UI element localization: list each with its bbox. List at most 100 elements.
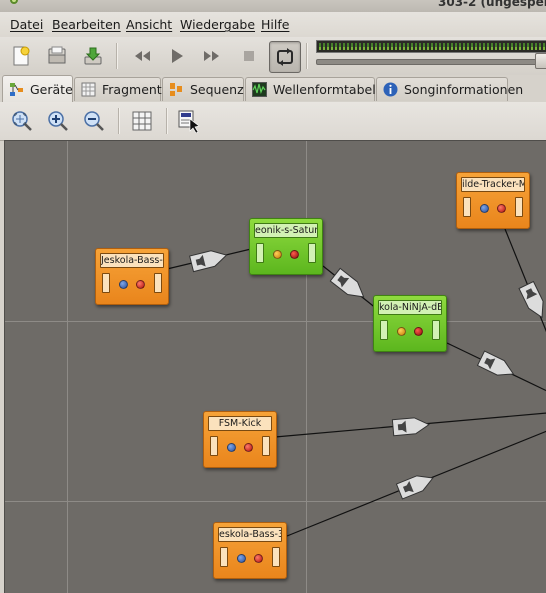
title-bar: 303-2 (ungespeich bbox=[0, 0, 546, 12]
tab-sequenz[interactable]: Sequenz bbox=[162, 77, 244, 101]
menu-bearbeiten[interactable]: Bearbeiten bbox=[52, 17, 121, 32]
machine-name: eonik-s-Saturat bbox=[254, 223, 318, 238]
machine-view-toolbar bbox=[0, 102, 546, 141]
toolbar-separator bbox=[116, 43, 118, 69]
save-song-button[interactable] bbox=[78, 41, 108, 71]
machine-mute-slot[interactable] bbox=[380, 320, 388, 340]
machine-mute-led[interactable] bbox=[414, 327, 423, 336]
machine-level-slot[interactable] bbox=[272, 547, 280, 567]
zoom-fit-button[interactable] bbox=[9, 108, 35, 134]
save-song-icon bbox=[84, 47, 102, 65]
machine-solo-led[interactable] bbox=[227, 443, 236, 452]
machine-bypass-led[interactable] bbox=[273, 250, 282, 259]
machine-name: eskola-Bass-3 ( bbox=[218, 527, 282, 542]
wire-volume-marker[interactable] bbox=[476, 350, 517, 381]
new-song-button[interactable] bbox=[6, 41, 36, 71]
machine-mute-slot[interactable] bbox=[210, 436, 218, 456]
zoom-out-button[interactable] bbox=[81, 108, 107, 134]
volume-slider-handle[interactable] bbox=[535, 53, 546, 69]
new-song-icon bbox=[13, 46, 30, 66]
machine-jeskola-bass-3-copy[interactable]: eskola-Bass-3 ( bbox=[213, 522, 287, 579]
tab-label: Fragmente bbox=[102, 82, 170, 97]
tab-label: Geräte bbox=[30, 81, 73, 97]
wire bbox=[504, 228, 546, 333]
info-icon bbox=[383, 82, 398, 97]
menu-bar: Datei Bearbeiten Ansicht Wiedergabe Hilf… bbox=[0, 12, 546, 37]
fast-forward-icon bbox=[204, 51, 219, 61]
machine-name: ilde-Tracker-M bbox=[461, 177, 525, 192]
wire-volume-marker[interactable] bbox=[395, 471, 435, 500]
machine-jeskola-bass-3[interactable]: Jeskola-Bass-3 bbox=[95, 248, 169, 305]
zoom-fit-icon bbox=[12, 111, 32, 131]
machine-level-slot[interactable] bbox=[308, 243, 316, 263]
machine-solo-led[interactable] bbox=[237, 554, 246, 563]
machine-canvas[interactable]: Jeskola-Bass-3 eonik-s-Saturat kola-NiNj… bbox=[4, 140, 546, 593]
machine-level-slot[interactable] bbox=[154, 273, 162, 293]
zoom-out-icon bbox=[84, 111, 104, 131]
tab-bar: Geräte Fragmente Sequenz Wellenformtabel… bbox=[0, 75, 546, 102]
level-meter bbox=[316, 40, 546, 53]
tab-label: Wellenformtabelle bbox=[273, 82, 387, 97]
tab-songinformationen[interactable]: Songinformationen bbox=[376, 77, 523, 101]
machine-solo-led[interactable] bbox=[480, 204, 489, 213]
machine-solo-led[interactable] bbox=[119, 280, 128, 289]
menu-wiedergabe[interactable]: Wiedergabe bbox=[180, 17, 255, 32]
volume-slider[interactable] bbox=[316, 59, 546, 65]
wire-volume-marker[interactable] bbox=[189, 247, 229, 273]
tab-wellenformtabelle[interactable]: Wellenformtabelle bbox=[245, 77, 387, 101]
window-title: 303-2 (ungespeich bbox=[438, 0, 546, 9]
wavetable-icon bbox=[252, 82, 267, 97]
tab-label: Sequenz bbox=[190, 82, 244, 97]
machine-mute-slot[interactable] bbox=[256, 243, 264, 263]
grid-icon bbox=[132, 111, 152, 131]
menu-hilfe[interactable]: Hilfe bbox=[261, 17, 289, 32]
loop-icon bbox=[277, 48, 293, 66]
rewind-icon bbox=[135, 51, 150, 61]
fast-forward-button[interactable] bbox=[197, 41, 227, 71]
machine-level-slot[interactable] bbox=[515, 197, 523, 217]
machine-eonik-saturator[interactable]: eonik-s-Saturat bbox=[249, 218, 323, 275]
tab-geraete[interactable]: Geräte bbox=[2, 75, 73, 102]
open-song-button[interactable] bbox=[42, 41, 72, 71]
machine-mute-led[interactable] bbox=[254, 554, 263, 563]
sequence-icon bbox=[170, 83, 182, 96]
machines-icon bbox=[10, 82, 23, 96]
machine-name: Jeskola-Bass-3 bbox=[100, 253, 164, 268]
zoom-in-button[interactable] bbox=[45, 108, 71, 134]
patterns-icon bbox=[81, 82, 96, 97]
wire-volume-marker[interactable] bbox=[518, 280, 546, 321]
wire-volume-marker[interactable] bbox=[391, 417, 430, 437]
app-icon bbox=[10, 0, 18, 4]
menu-ansicht[interactable]: Ansicht bbox=[126, 17, 172, 32]
machine-bypass-led[interactable] bbox=[397, 327, 406, 336]
properties-icon bbox=[178, 110, 200, 133]
machine-fsm-kick[interactable]: FSM-Kick bbox=[203, 411, 277, 468]
tab-fragmente[interactable]: Fragmente bbox=[74, 77, 169, 101]
loop-toggle[interactable] bbox=[269, 41, 301, 73]
menu-datei[interactable]: Datei bbox=[10, 17, 43, 32]
machine-level-slot[interactable] bbox=[432, 320, 440, 340]
machine-mute-slot[interactable] bbox=[220, 547, 228, 567]
play-icon bbox=[172, 49, 183, 63]
machine-jeskola-ninja-delay[interactable]: kola-NiNjA-dEl bbox=[373, 295, 447, 352]
toolbar-separator bbox=[118, 108, 120, 134]
machine-mute-led[interactable] bbox=[290, 250, 299, 259]
tab-label: Songinformationen bbox=[404, 82, 524, 97]
grid-button[interactable] bbox=[129, 108, 155, 134]
rewind-button[interactable] bbox=[127, 41, 157, 71]
zoom-in-icon bbox=[48, 111, 68, 131]
machine-properties-button[interactable] bbox=[176, 108, 202, 134]
stop-icon bbox=[244, 51, 254, 61]
machine-matilde-tracker[interactable]: ilde-Tracker-M bbox=[456, 172, 530, 229]
machine-mute-led[interactable] bbox=[497, 204, 506, 213]
machine-name: FSM-Kick bbox=[208, 416, 272, 431]
machine-mute-led[interactable] bbox=[136, 280, 145, 289]
machine-mute-led[interactable] bbox=[244, 443, 253, 452]
machine-level-slot[interactable] bbox=[262, 436, 270, 456]
machine-mute-slot[interactable] bbox=[463, 197, 471, 217]
stop-button[interactable] bbox=[234, 41, 264, 71]
machine-name: kola-NiNjA-dEl bbox=[378, 300, 442, 315]
play-button[interactable] bbox=[162, 41, 192, 71]
machine-mute-slot[interactable] bbox=[102, 273, 110, 293]
toolbar-separator bbox=[306, 43, 308, 69]
